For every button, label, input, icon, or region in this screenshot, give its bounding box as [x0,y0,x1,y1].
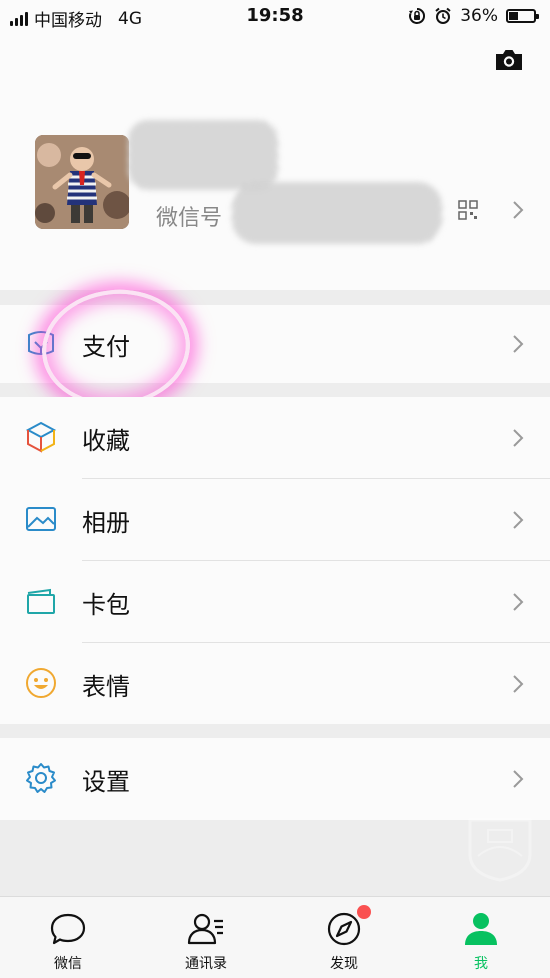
chevron-right-icon [513,511,524,529]
tab-label: 通讯录 [185,956,227,972]
watermark-emblem [468,818,532,882]
qr-code-icon[interactable] [458,200,478,220]
menu-item-label: 卡包 [82,591,130,619]
cube-icon [25,421,57,453]
menu-item-favorites[interactable]: 收藏 [0,397,550,479]
card-icon [27,588,55,614]
main-menu-section: 收藏 相册 卡包 表情 [0,397,550,724]
redacted-wechat-id [232,182,442,244]
tab-label: 我 [474,956,488,972]
status-bar: 中国移动 4G 19:58 36% [0,0,550,32]
tab-chats[interactable]: 微信 [18,897,118,978]
camera-icon[interactable] [494,48,524,72]
rotation-lock-icon [409,7,426,24]
tab-discover[interactable]: 发现 [294,897,394,978]
tab-label: 发现 [330,956,358,972]
menu-item-label: 收藏 [82,427,130,455]
alarm-icon [435,7,451,24]
redacted-nickname [128,120,278,190]
battery-percent: 36% [460,6,498,26]
chat-bubble-icon [50,913,86,945]
chevron-right-icon [513,429,524,447]
gear-icon [26,763,56,793]
chevron-right-icon [513,770,524,788]
tab-me[interactable]: 我 [431,897,531,978]
chevron-right-icon [513,201,524,219]
profile-header[interactable]: 微信号 [0,32,550,290]
avatar[interactable] [35,135,129,229]
person-icon [465,913,497,945]
menu-item-label: 相册 [82,509,130,537]
menu-item-label: 表情 [82,673,130,701]
tab-contacts[interactable]: 通讯录 [156,897,256,978]
menu-item-album[interactable]: 相册 [0,479,550,561]
tab-label: 微信 [54,956,82,972]
wechat-me-screen: 中国移动 4G 19:58 36% 微信号 支付 收藏 相册 卡包 表情 设置 … [0,0,550,978]
chevron-right-icon [513,593,524,611]
contacts-icon [187,913,223,945]
menu-item-cards[interactable]: 卡包 [0,561,550,643]
image-icon [26,507,56,531]
chevron-right-icon [513,675,524,693]
notification-dot [357,905,371,919]
highlight-annotation [36,282,196,414]
battery-icon [506,9,539,23]
settings-section: 设置 [0,738,550,820]
smiley-icon [26,668,56,698]
chevron-right-icon [513,335,524,353]
menu-item-label: 设置 [82,768,130,796]
wechat-id-label: 微信号 [156,206,223,231]
tab-bar: 微信 通讯录 发现 我 [0,896,550,978]
status-bar-right: 36% [408,6,539,26]
menu-item-stickers[interactable]: 表情 [0,643,550,725]
menu-item-settings[interactable]: 设置 [0,738,550,820]
